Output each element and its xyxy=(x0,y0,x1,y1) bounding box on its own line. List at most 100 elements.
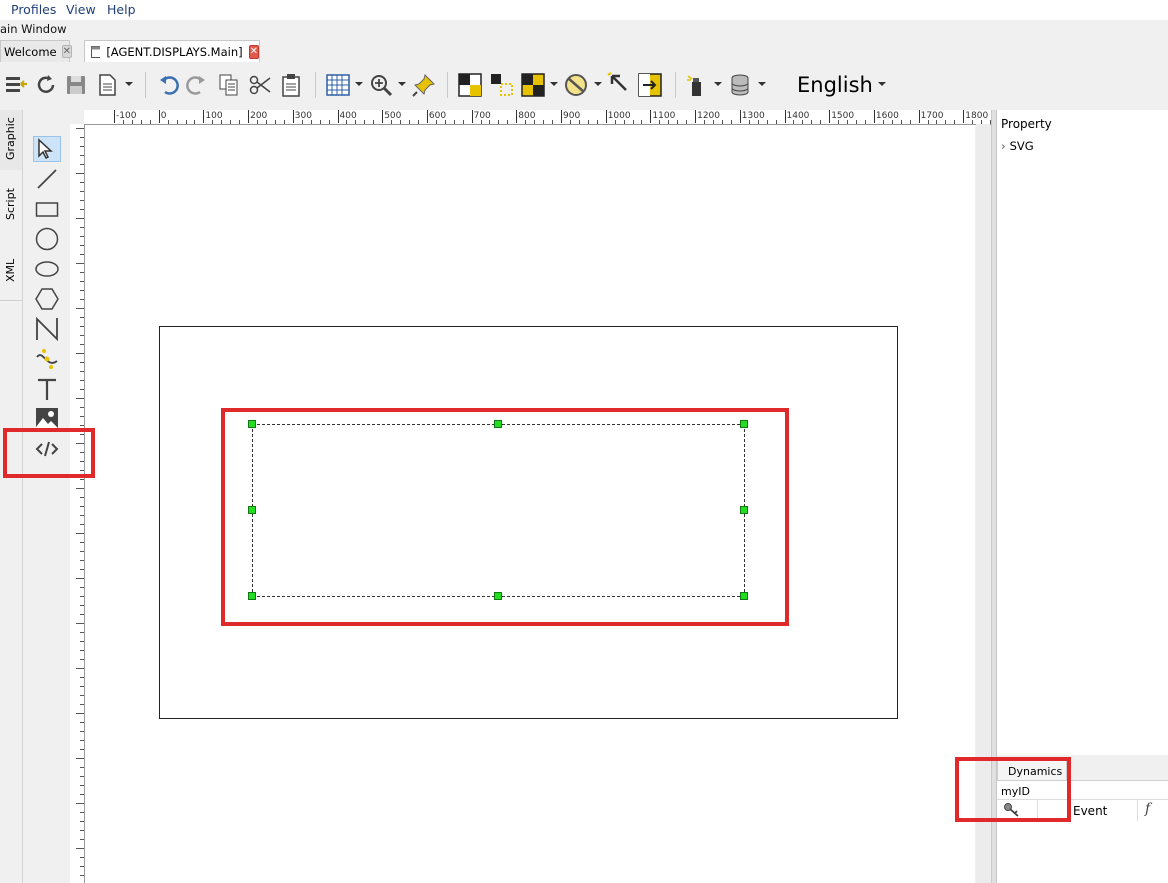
chevron-right-icon[interactable]: › xyxy=(1001,139,1006,153)
database-icon[interactable] xyxy=(727,72,753,98)
ruler-minor-tick xyxy=(891,120,893,124)
menu-help[interactable]: Help xyxy=(107,2,136,17)
ruler-label: 1700 xyxy=(920,111,944,121)
ruler-tick xyxy=(382,110,384,123)
zoom-icon[interactable] xyxy=(368,72,394,98)
disable-icon[interactable] xyxy=(563,72,589,98)
tab-graphic-label: Graphic xyxy=(4,117,17,160)
ruler-minor-tick xyxy=(498,120,500,124)
paste-icon[interactable] xyxy=(278,72,304,98)
ruler-tick xyxy=(873,110,875,123)
ruler-tick xyxy=(292,110,294,123)
save-icon[interactable] xyxy=(63,72,89,98)
ruler-tick xyxy=(80,686,84,687)
ruler-tick xyxy=(80,371,84,372)
ruler-tick xyxy=(76,353,84,354)
ruler-tick xyxy=(739,110,741,123)
ruler-tick xyxy=(80,614,84,615)
ruler-label: 500 xyxy=(384,111,402,121)
tab-xml[interactable]: XML xyxy=(0,240,22,301)
circle-tool[interactable] xyxy=(33,226,61,252)
ruler-tick xyxy=(76,668,84,669)
menu-profiles[interactable]: Profiles xyxy=(11,2,56,17)
bring-front-icon[interactable] xyxy=(457,72,483,98)
ruler-minor-tick xyxy=(614,120,616,124)
align-icon[interactable] xyxy=(520,72,546,98)
path-tool[interactable] xyxy=(33,346,61,372)
ruler-tick xyxy=(80,290,84,291)
pin-icon[interactable] xyxy=(411,72,437,98)
ruler-minor-tick xyxy=(677,120,679,124)
ruler-minor-tick xyxy=(131,120,133,124)
import-icon[interactable] xyxy=(3,72,29,98)
ruler-minor-tick xyxy=(417,120,419,124)
ruler-tick xyxy=(80,749,84,750)
chevron-down-icon[interactable] xyxy=(758,82,766,86)
ruler-label: 900 xyxy=(563,111,581,121)
ruler-tick xyxy=(561,110,562,123)
rectangle-tool[interactable] xyxy=(33,196,61,222)
ruler-minor-tick xyxy=(730,120,732,124)
redo-icon[interactable] xyxy=(183,72,209,98)
tab-agent-displays-main[interactable]: [AGENT.DISPLAYS.Main] ✕ xyxy=(84,40,260,62)
select-tool[interactable] xyxy=(33,136,61,162)
tab-script[interactable]: Script xyxy=(0,170,22,241)
ruler-tick xyxy=(80,605,84,606)
menu-view[interactable]: View xyxy=(66,2,96,17)
ruler-tick xyxy=(80,209,84,210)
menu-bar: Profiles View Help xyxy=(0,0,1168,20)
refresh-icon[interactable] xyxy=(33,72,59,98)
language-select[interactable]: English xyxy=(797,73,873,97)
language-chevron-down-icon[interactable] xyxy=(878,82,886,86)
ruler-tick xyxy=(80,236,84,237)
undo-icon[interactable] xyxy=(156,72,182,98)
ruler-label: 200 xyxy=(250,111,268,121)
line-icon xyxy=(37,169,57,189)
grid-icon[interactable] xyxy=(325,72,351,98)
ruler-tick xyxy=(76,713,84,714)
copy-icon[interactable] xyxy=(216,72,242,98)
ruler-tick xyxy=(80,146,84,147)
split-icon[interactable] xyxy=(637,72,663,98)
text-tool[interactable] xyxy=(33,376,61,402)
ruler-tick xyxy=(80,794,84,795)
ruler-minor-tick xyxy=(972,120,974,124)
function-icon[interactable]: f xyxy=(1145,801,1150,817)
close-icon[interactable]: ✕ xyxy=(248,44,259,59)
ruler-tick xyxy=(80,704,84,705)
close-icon[interactable]: ✕ xyxy=(61,45,72,58)
ruler-label: -100 xyxy=(116,111,137,121)
chevron-down-icon[interactable] xyxy=(398,82,406,86)
ruler-tick xyxy=(80,857,84,858)
cut-icon[interactable] xyxy=(247,72,273,98)
pointer-action-icon[interactable] xyxy=(606,72,632,98)
polygon-tool[interactable] xyxy=(33,286,61,312)
new-document-icon[interactable] xyxy=(94,72,120,98)
ruler-minor-tick xyxy=(578,120,580,124)
chevron-down-icon[interactable] xyxy=(355,82,363,86)
spray-icon[interactable] xyxy=(684,72,710,98)
ruler-tick xyxy=(80,875,84,876)
chevron-down-icon[interactable] xyxy=(550,82,558,86)
chevron-down-icon[interactable] xyxy=(714,82,722,86)
tab-main-label: [AGENT.DISPLAYS.Main] xyxy=(106,44,243,59)
chevron-down-icon[interactable] xyxy=(125,82,133,86)
polyline-tool[interactable] xyxy=(33,316,61,342)
ruler-tick xyxy=(605,110,607,123)
ruler-minor-tick xyxy=(409,120,411,124)
group-icon[interactable] xyxy=(489,72,515,98)
window-title: ain Window xyxy=(0,22,67,36)
ruler-tick xyxy=(80,272,84,273)
ruler-minor-tick xyxy=(346,120,348,124)
ruler-minor-tick xyxy=(480,120,482,124)
svg-tree-node[interactable]: › SVG xyxy=(1001,139,1034,153)
tab-graphic[interactable]: Graphic xyxy=(0,110,22,171)
ruler-minor-tick xyxy=(301,120,303,124)
line-tool[interactable] xyxy=(33,166,61,192)
toolbar-separator xyxy=(315,72,316,98)
chevron-down-icon[interactable] xyxy=(594,82,602,86)
ruler-minor-tick xyxy=(748,120,750,124)
ellipse-tool[interactable] xyxy=(33,256,61,282)
tab-welcome[interactable]: Welcome ✕ xyxy=(0,40,72,62)
ruler-tick xyxy=(426,110,428,123)
